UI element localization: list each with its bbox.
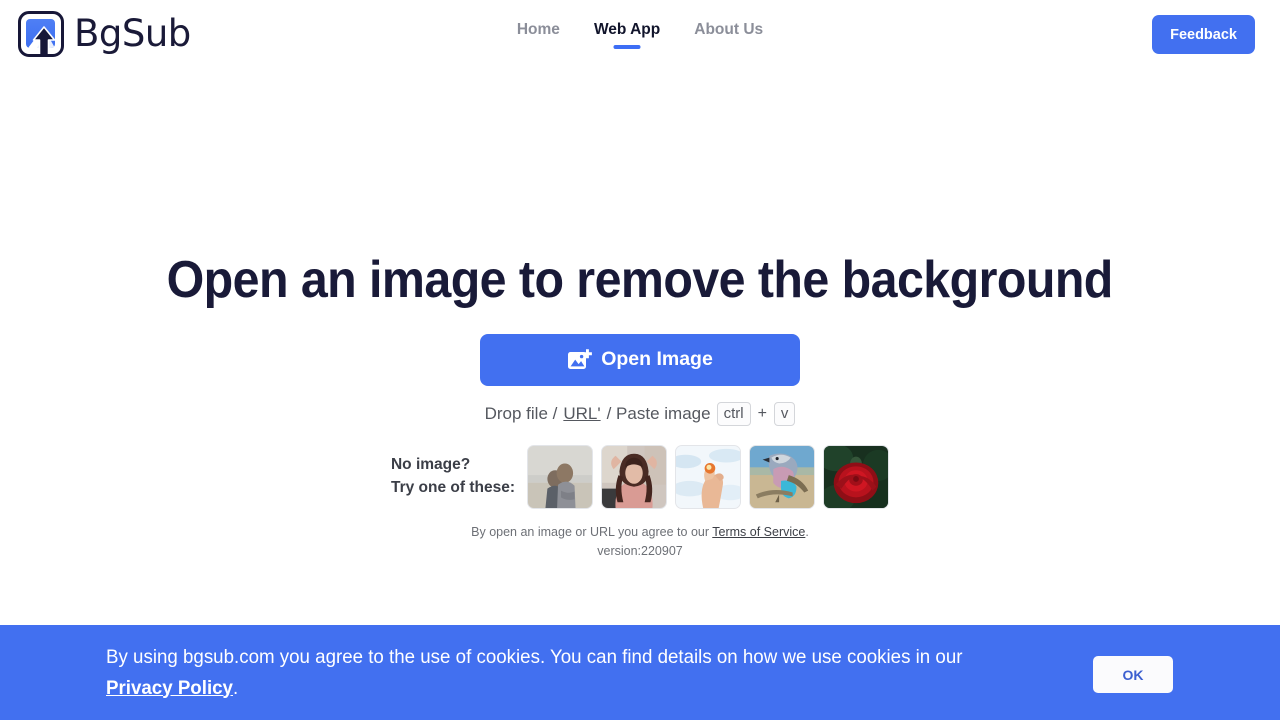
sample-images-row: No image? Try one of these:	[391, 444, 890, 509]
sample-thumb-woman-pink-sweater[interactable]	[601, 444, 668, 509]
nav-item-home[interactable]: Home	[517, 21, 560, 49]
terms-line: By open an image or URL you agree to our…	[471, 523, 809, 542]
main-nav: Home Web App About Us	[0, 0, 1280, 68]
cookie-text-after: .	[232, 676, 239, 699]
nav-item-web-app[interactable]: Web App	[594, 21, 660, 49]
sample-thumb-couple-on-beach[interactable]	[527, 444, 594, 509]
terms-prefix: By open an image or URL you agree to our	[471, 524, 713, 539]
key-plus: +	[757, 404, 767, 422]
cookie-banner-text: By using bgsub.com you agree to the use …	[106, 642, 970, 702]
sample-thumbnails	[527, 444, 890, 509]
logo-text: BgSub	[74, 11, 191, 55]
logo-icon	[18, 11, 64, 57]
version-label: version:220907	[597, 543, 683, 558]
key-v: v	[773, 401, 796, 426]
sample-thumb-hand-holding-object[interactable]	[675, 444, 742, 509]
sample-label-line-2: Try one of these:	[390, 478, 516, 496]
nav-item-about-us[interactable]: About Us	[694, 21, 763, 49]
sample-thumb-lilac-breasted-roller-bird[interactable]	[749, 444, 816, 509]
site-header: BgSub Home Web App About Us Feedback	[0, 0, 1280, 68]
drop-hint-prefix: Drop file /	[484, 404, 558, 424]
add-image-icon	[568, 348, 593, 369]
sample-thumb-red-rose[interactable]	[823, 444, 890, 509]
page-title: Open an image to remove the background	[166, 251, 1114, 309]
sample-images-label: No image? Try one of these:	[391, 454, 515, 499]
feedback-button[interactable]: Feedback	[1152, 15, 1255, 54]
upload-arrow-icon	[32, 26, 56, 54]
terms-suffix: .	[805, 524, 809, 539]
url-link[interactable]: URL'	[563, 405, 600, 422]
logo[interactable]: BgSub	[18, 11, 191, 57]
privacy-policy-link[interactable]: Privacy Policy	[106, 677, 233, 699]
legal-notice: By open an image or URL you agree to our…	[471, 523, 809, 562]
key-ctrl: ctrl	[716, 401, 751, 426]
cookie-banner: By using bgsub.com you agree to the use …	[0, 625, 1280, 720]
open-image-button[interactable]: Open Image	[480, 333, 800, 386]
main-content: Open an image to remove the background O…	[0, 68, 1280, 625]
sample-label-line-1: No image?	[390, 456, 471, 474]
drop-hint: Drop file / URL' / Paste image ctrl + v	[484, 401, 796, 426]
cookie-ok-button[interactable]: OK	[1093, 656, 1173, 693]
open-image-button-label: Open Image	[601, 348, 713, 371]
drop-hint-middle: / Paste image	[606, 404, 711, 424]
terms-of-service-link[interactable]: Terms of Service	[712, 525, 805, 539]
cookie-text-before: By using bgsub.com you agree to the use …	[106, 646, 963, 669]
